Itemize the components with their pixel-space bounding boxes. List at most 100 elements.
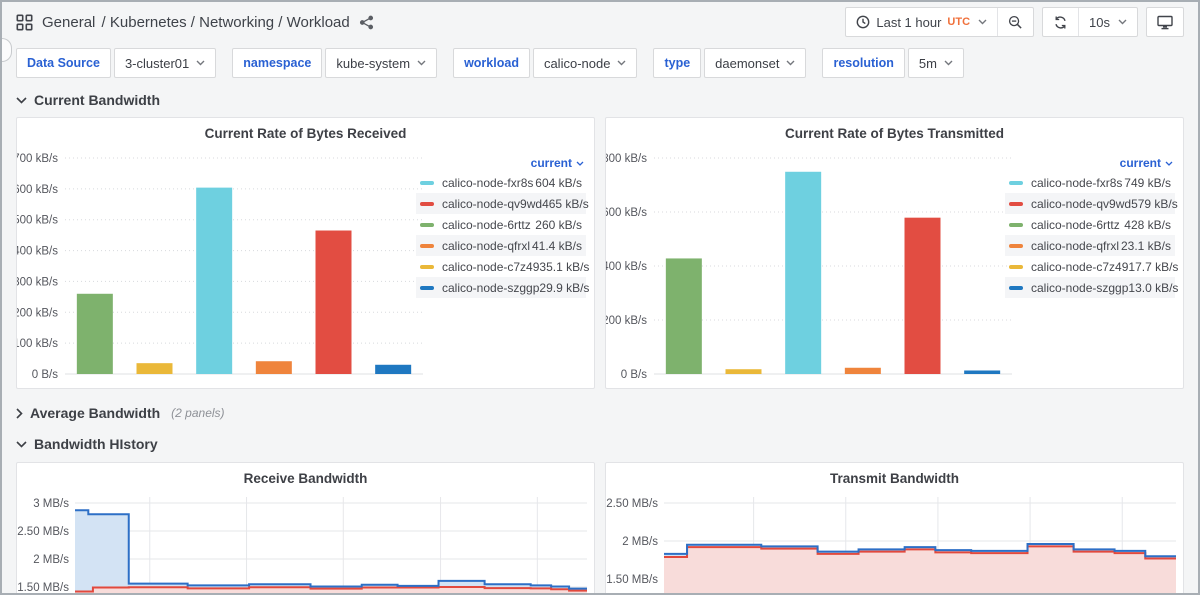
- series-area-tx-red: [664, 546, 1176, 595]
- svg-text:200 kB/s: 200 kB/s: [17, 307, 58, 319]
- bar-calico-node-qv9wd[interactable]: [316, 231, 352, 374]
- series-name[interactable]: calico-node-fxr8s: [1031, 176, 1124, 190]
- tv-mode-button[interactable]: [1147, 8, 1183, 36]
- chevron-down-icon: [617, 60, 626, 66]
- svg-text:600 kB/s: 600 kB/s: [606, 207, 647, 219]
- section-title: Average Bandwidth: [30, 405, 160, 421]
- share-icon[interactable]: [359, 15, 374, 30]
- bar-calico-node-qfrxl[interactable]: [845, 368, 881, 374]
- zoom-out-button[interactable]: [997, 8, 1033, 36]
- series-current-value: 41.4 kB/s: [532, 239, 582, 253]
- legend-sort-current[interactable]: current: [416, 154, 586, 172]
- bar-calico-node-szggp[interactable]: [964, 370, 1000, 374]
- legend-row: calico-node-qv9wd465 kB/s: [416, 193, 586, 214]
- svg-text:0 B/s: 0 B/s: [621, 369, 647, 381]
- time-controls: Last 1 hour UTC: [845, 7, 1034, 37]
- view-mode-group: [1146, 7, 1184, 37]
- filter-resolution: resolution5m: [822, 48, 963, 78]
- bar-calico-node-c7z49[interactable]: [726, 369, 762, 374]
- section-bandwidth-history[interactable]: Bandwidth HIstory: [2, 434, 1198, 454]
- series-name[interactable]: calico-node-szggp: [1031, 281, 1128, 295]
- series-current-value: 23.1 kB/s: [1121, 239, 1171, 253]
- chevron-down-icon: [978, 19, 987, 25]
- series-color-swatch: [420, 181, 434, 185]
- filter-label: Data Source: [16, 48, 111, 78]
- panel-title[interactable]: Receive Bandwidth: [17, 471, 594, 486]
- section-current-bandwidth[interactable]: Current Bandwidth: [2, 90, 1198, 110]
- series-area-rx-high: [75, 510, 587, 595]
- series-name[interactable]: calico-node-c7z49: [1031, 260, 1128, 274]
- chevron-right-icon: [16, 408, 23, 419]
- template-variables: Data Source3-cluster01 namespacekube-syst…: [2, 42, 1198, 78]
- svg-text:600 kB/s: 600 kB/s: [17, 184, 58, 196]
- filter-label: resolution: [822, 48, 904, 78]
- filter-type: typedaemonset: [653, 48, 806, 78]
- legend-row: calico-node-6rttz428 kB/s: [1005, 214, 1175, 235]
- filter-value-dropdown[interactable]: calico-node: [533, 48, 638, 78]
- refresh-button[interactable]: [1043, 8, 1078, 36]
- panel-transmit-history[interactable]: Transmit Bandwidth 2.50 MB/s2 MB/s1.50 M…: [605, 462, 1184, 595]
- series-name[interactable]: calico-node-fxr8s: [442, 176, 535, 190]
- panel-receive-history[interactable]: Receive Bandwidth 3 MB/s2.50 MB/s2 MB/s1…: [16, 462, 595, 595]
- zoom-out-icon: [1008, 15, 1023, 30]
- series-name[interactable]: calico-node-6rttz: [442, 218, 535, 232]
- filter-value-dropdown[interactable]: daemonset: [704, 48, 806, 78]
- dashboard-grid-icon[interactable]: [16, 14, 33, 31]
- series-color-swatch: [420, 202, 434, 206]
- legend-row: calico-node-c7z4917.7 kB/s: [1005, 256, 1175, 277]
- series-current-value: 13.0 kB/s: [1128, 281, 1178, 295]
- time-range-picker[interactable]: Last 1 hour UTC: [846, 8, 997, 36]
- refresh-interval-picker[interactable]: 10s: [1078, 8, 1137, 36]
- series-name[interactable]: calico-node-6rttz: [1031, 218, 1124, 232]
- bar-calico-node-fxr8s[interactable]: [196, 188, 232, 374]
- legend-tx: currentcalico-node-fxr8s749 kB/scalico-n…: [1005, 154, 1175, 298]
- legend-sort-current[interactable]: current: [1005, 154, 1175, 172]
- filter-value-dropdown[interactable]: 3-cluster01: [114, 48, 216, 78]
- bar-calico-node-6rttz[interactable]: [77, 294, 113, 374]
- series-color-swatch: [1009, 286, 1023, 290]
- refresh-controls: 10s: [1042, 7, 1138, 37]
- series-current-value: 465 kB/s: [542, 197, 589, 211]
- section-average-bandwidth[interactable]: Average Bandwidth (2 panels): [2, 403, 1198, 423]
- bar-calico-node-fxr8s[interactable]: [785, 172, 821, 374]
- filter-value-dropdown[interactable]: kube-system: [325, 48, 437, 78]
- svg-text:300 kB/s: 300 kB/s: [17, 276, 58, 288]
- bar-calico-node-szggp[interactable]: [375, 365, 411, 374]
- series-color-swatch: [420, 223, 434, 227]
- series-name[interactable]: calico-node-qfrxl: [442, 239, 532, 253]
- panel-title[interactable]: Current Rate of Bytes Transmitted: [606, 126, 1183, 141]
- panel-current-tx[interactable]: Current Rate of Bytes Transmitted 0 B/s 2…: [605, 117, 1184, 389]
- series-current-value: 29.9 kB/s: [539, 281, 589, 295]
- series-name[interactable]: calico-node-szggp: [442, 281, 539, 295]
- chevron-down-icon: [196, 60, 205, 66]
- series-current-value: 17.7 kB/s: [1128, 260, 1178, 274]
- series-name[interactable]: calico-node-qfrxl: [1031, 239, 1121, 253]
- panel-title[interactable]: Transmit Bandwidth: [606, 471, 1183, 486]
- bar-calico-node-6rttz[interactable]: [666, 258, 702, 374]
- filter-value-dropdown[interactable]: 5m: [908, 48, 964, 78]
- legend-row: calico-node-6rttz260 kB/s: [416, 214, 586, 235]
- panel-title[interactable]: Current Rate of Bytes Received: [17, 126, 594, 141]
- series-color-swatch: [1009, 244, 1023, 248]
- bar-calico-node-c7z49[interactable]: [137, 363, 173, 374]
- monitor-icon: [1157, 15, 1173, 30]
- svg-text:100 kB/s: 100 kB/s: [17, 338, 58, 350]
- bar-calico-node-qfrxl[interactable]: [256, 361, 292, 374]
- series-name[interactable]: calico-node-qv9wd: [442, 197, 542, 211]
- bar-calico-node-qv9wd[interactable]: [905, 218, 941, 374]
- legend-rx: currentcalico-node-fxr8s604 kB/scalico-n…: [416, 154, 586, 298]
- chevron-down-icon: [1118, 19, 1127, 25]
- filter-namespace: namespacekube-system: [232, 48, 437, 78]
- legend-row: calico-node-fxr8s604 kB/s: [416, 172, 586, 193]
- section-panel-count: (2 panels): [171, 406, 224, 420]
- panel-current-rx[interactable]: Current Rate of Bytes Received 0 B/s100 …: [16, 117, 595, 389]
- breadcrumb-root[interactable]: General: [42, 14, 95, 31]
- filter-workload: workloadcalico-node: [453, 48, 637, 78]
- chevron-down-icon: [16, 97, 27, 104]
- svg-text:1.50 MB/s: 1.50 MB/s: [17, 582, 69, 594]
- breadcrumb[interactable]: General / Kubernetes / Networking / Work…: [42, 14, 350, 31]
- series-name[interactable]: calico-node-qv9wd: [1031, 197, 1131, 211]
- legend-row: calico-node-szggp13.0 kB/s: [1005, 277, 1175, 298]
- series-name[interactable]: calico-node-c7z49: [442, 260, 539, 274]
- section-title: Current Bandwidth: [34, 92, 160, 108]
